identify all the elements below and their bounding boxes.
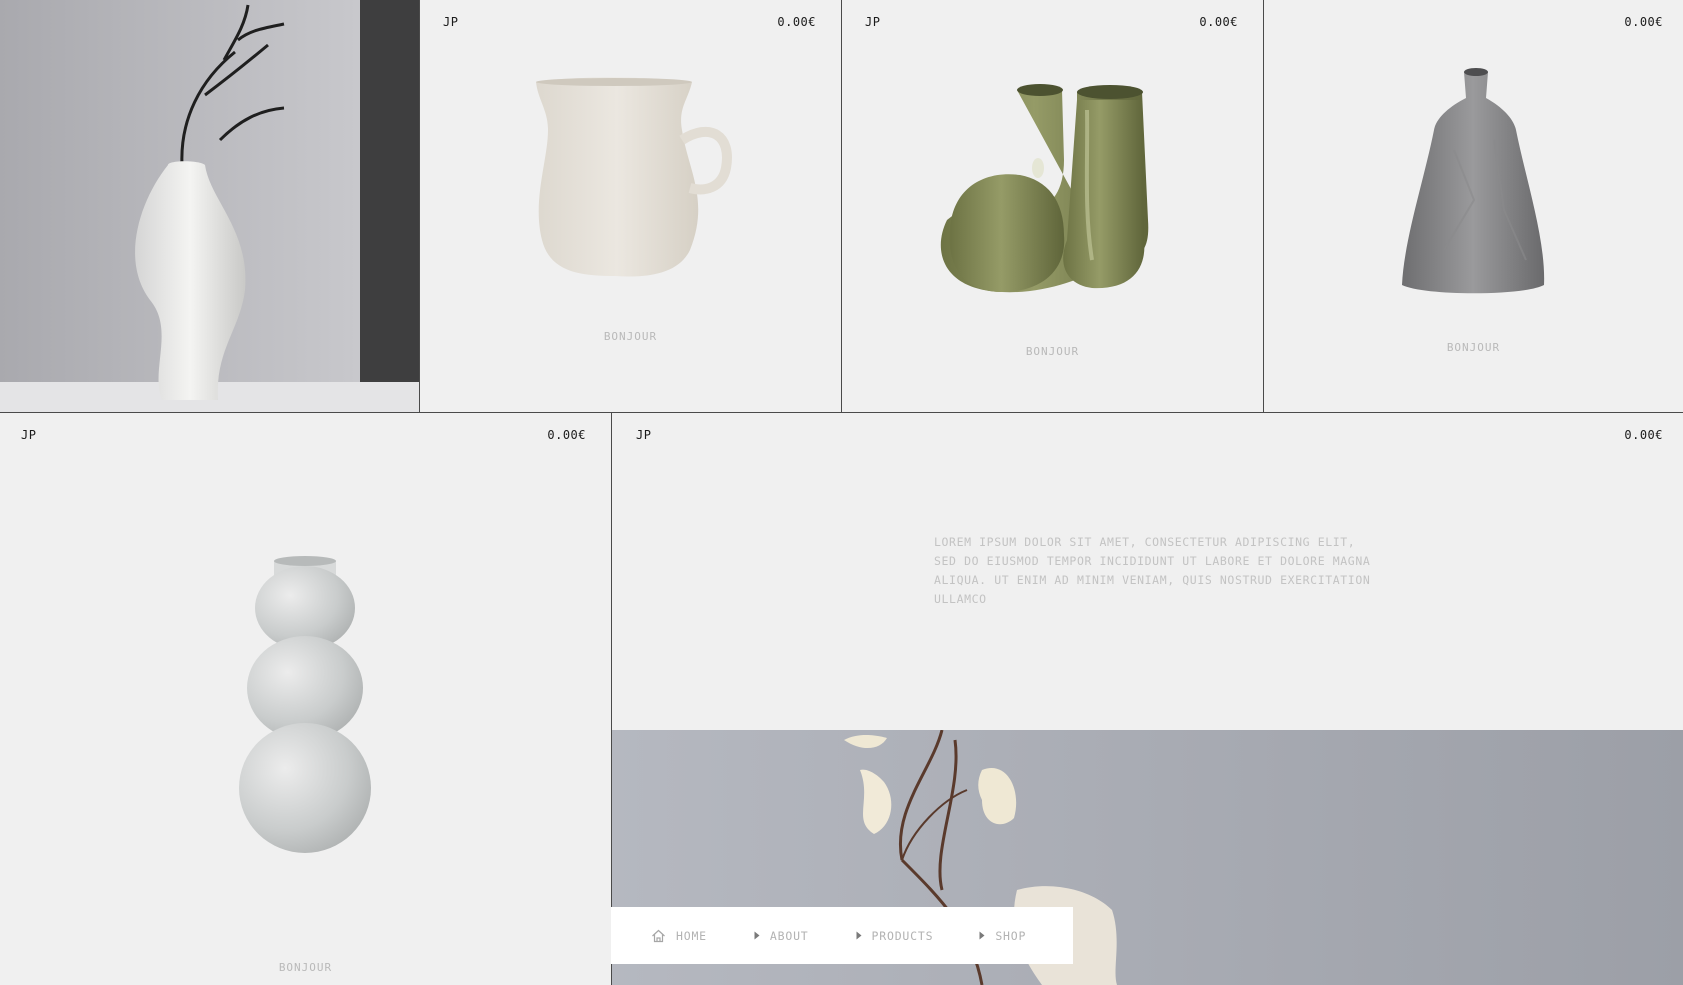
nav-item-products[interactable]: PRODUCTS — [856, 929, 934, 943]
nav-label: SHOP — [995, 928, 1027, 943]
divider — [419, 0, 420, 412]
feature-description: LOREM IPSUM DOLOR SIT AMET, CONSECTETUR … — [934, 535, 1371, 606]
divider — [1263, 0, 1264, 412]
product-name: BONJOUR — [1025, 345, 1080, 358]
triangle-right-icon — [856, 931, 862, 940]
divider — [611, 413, 612, 985]
stacked-vase-image — [239, 556, 371, 853]
product-name: BONJOUR — [278, 961, 333, 974]
mug-image — [536, 77, 732, 277]
product-card[interactable]: JP 0.00€ BONJOUR — [420, 0, 841, 412]
hero-vase-image — [0, 0, 419, 412]
divider — [841, 0, 842, 412]
price-label: 0.00€ — [1624, 428, 1663, 442]
nav-label: HOME — [676, 928, 707, 943]
nav-label: PRODUCTS — [871, 928, 934, 943]
product-card[interactable]: JP 0.00€ BONJOUR — [842, 0, 1263, 412]
nav-item-home[interactable]: HOME — [651, 929, 707, 943]
product-card[interactable]: JP 0.00€ BONJOUR — [0, 413, 611, 985]
triangle-right-icon — [979, 931, 985, 940]
nav-label: ABOUT — [769, 928, 809, 943]
nav-item-shop[interactable]: SHOP — [979, 929, 1026, 943]
triangle-right-icon — [754, 931, 760, 940]
bottom-nav: HOME ABOUT PRODUCTS SHOP — [611, 907, 1073, 964]
home-icon — [652, 929, 665, 942]
nav-item-about[interactable]: ABOUT — [754, 929, 809, 943]
divider — [0, 412, 1683, 413]
product-name: BONJOUR — [603, 330, 658, 343]
product-card[interactable]: 0.00€ BONJOUR — [1264, 0, 1683, 412]
product-name: BONJOUR — [1446, 341, 1501, 354]
twisted-vase-illustration — [0, 0, 419, 412]
brand-label: JP — [636, 428, 652, 442]
